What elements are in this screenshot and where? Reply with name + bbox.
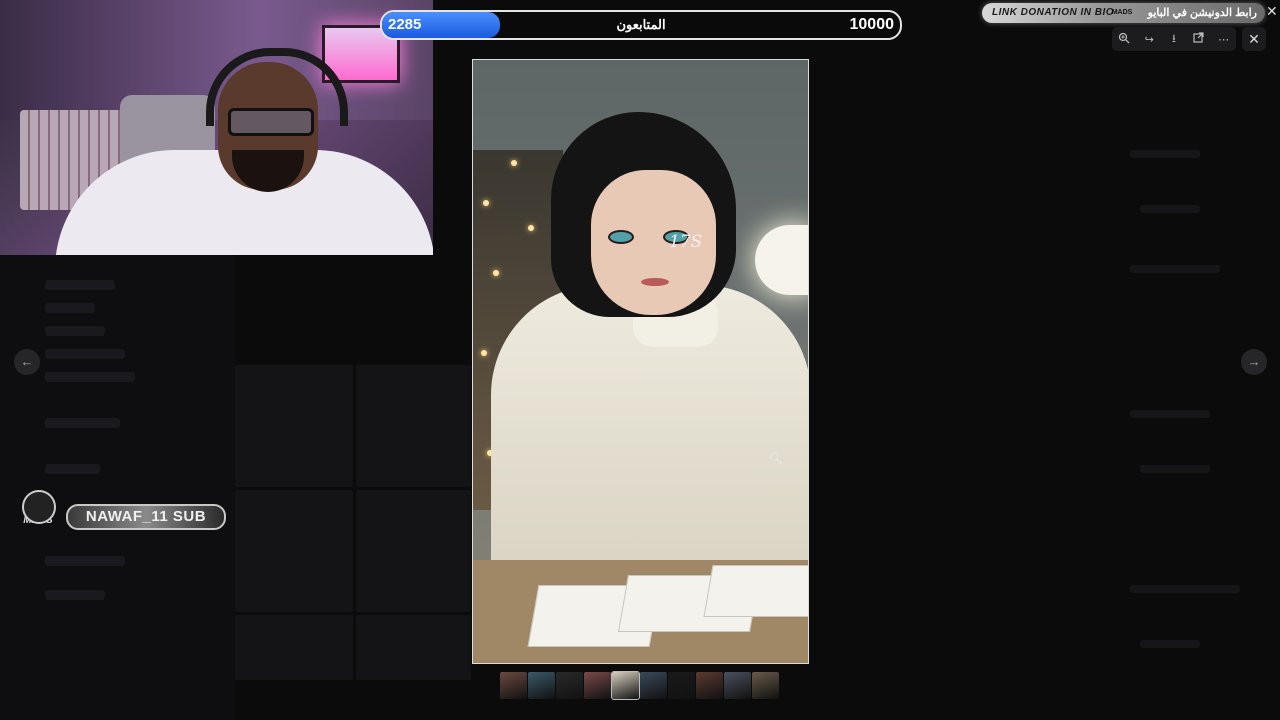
background-row: [45, 418, 120, 428]
arrow-left-icon: ←: [20, 354, 34, 369]
thumbnail[interactable]: [696, 672, 723, 699]
close-viewer-button[interactable]: ✕: [1242, 27, 1266, 51]
background-row: [45, 372, 135, 382]
mads-logo: MADS: [1111, 9, 1133, 16]
bokeh-light: [481, 350, 487, 356]
thumbnail[interactable]: [556, 672, 583, 699]
background-row: [1140, 205, 1200, 213]
background-tile: [356, 490, 471, 612]
thumbnail[interactable]: [584, 672, 611, 699]
bokeh-light: [483, 200, 489, 206]
paper-stack: [703, 565, 808, 617]
background-row: [1140, 640, 1200, 648]
donation-banner: LINK DONATION IN BIO MADS رابط الدونيشن …: [982, 3, 1265, 23]
background-tile: [235, 490, 353, 612]
arrow-right-icon: →: [1247, 354, 1261, 369]
share-icon[interactable]: ↪: [1140, 33, 1158, 46]
background-row: [45, 326, 105, 336]
subscriber-badge: MADS NAWAF_11 SUB: [8, 486, 228, 536]
bokeh-light: [511, 160, 517, 166]
bokeh-light: [493, 270, 499, 276]
background-row: [1130, 265, 1220, 273]
previous-image-button[interactable]: ←: [14, 349, 40, 375]
donation-text-en: LINK DONATION IN BIO: [992, 7, 1115, 18]
follower-goal: 10000: [849, 16, 895, 33]
background-row: [1130, 150, 1200, 158]
thumbnail[interactable]: [611, 671, 640, 700]
mads-logo: MADS: [10, 486, 66, 536]
background-row: [45, 556, 125, 566]
webcam-feed: [0, 0, 433, 255]
zoom-in-icon[interactable]: [1115, 32, 1133, 47]
next-image-button[interactable]: →: [1241, 349, 1267, 375]
zoom-cursor-icon: 🔍︎: [769, 453, 783, 465]
background-row: [45, 280, 115, 290]
more-icon[interactable]: ⋯: [1215, 33, 1233, 46]
thumbnail[interactable]: [668, 672, 695, 699]
thumbnail[interactable]: [640, 672, 667, 699]
thumbnail-strip: [500, 671, 779, 700]
lips: [641, 278, 669, 286]
eye: [608, 230, 634, 244]
background-row: [45, 303, 95, 313]
subscriber-name: NAWAF_11 SUB: [85, 508, 207, 525]
donation-text-ar: رابط الدونيشن في البايو: [1147, 7, 1257, 19]
close-icon: ✕: [1248, 31, 1260, 47]
background-row: [45, 349, 125, 359]
face-mark: 17S: [669, 232, 703, 252]
background-tile: [235, 615, 353, 680]
open-external-icon[interactable]: [1190, 32, 1208, 46]
follower-goal-bar: 2285 المتابعون 10000: [380, 10, 902, 40]
thumbnail[interactable]: [500, 672, 527, 699]
background-tile: [356, 615, 471, 680]
background-row: [1140, 465, 1210, 473]
image-viewer-toolbar: ↪ ⭳ ⋯: [1112, 27, 1236, 51]
background-row: [1130, 585, 1240, 593]
subscriber-plate: NAWAF_11 SUB: [66, 504, 226, 530]
viewed-image[interactable]: 17S 🔍︎: [472, 59, 809, 664]
thumbnail[interactable]: [528, 672, 555, 699]
thumbnail[interactable]: [724, 672, 751, 699]
download-icon[interactable]: ⭳: [1165, 30, 1183, 49]
follower-label: المتابعون: [616, 17, 666, 32]
background-row: [45, 590, 105, 600]
close-icon[interactable]: ✕: [1266, 3, 1278, 19]
background-row: [1130, 410, 1210, 418]
background-tile: [356, 365, 471, 487]
background-tile: [235, 365, 353, 487]
background-row: [45, 464, 100, 474]
thumbnail[interactable]: [752, 672, 779, 699]
bokeh-light: [528, 225, 534, 231]
